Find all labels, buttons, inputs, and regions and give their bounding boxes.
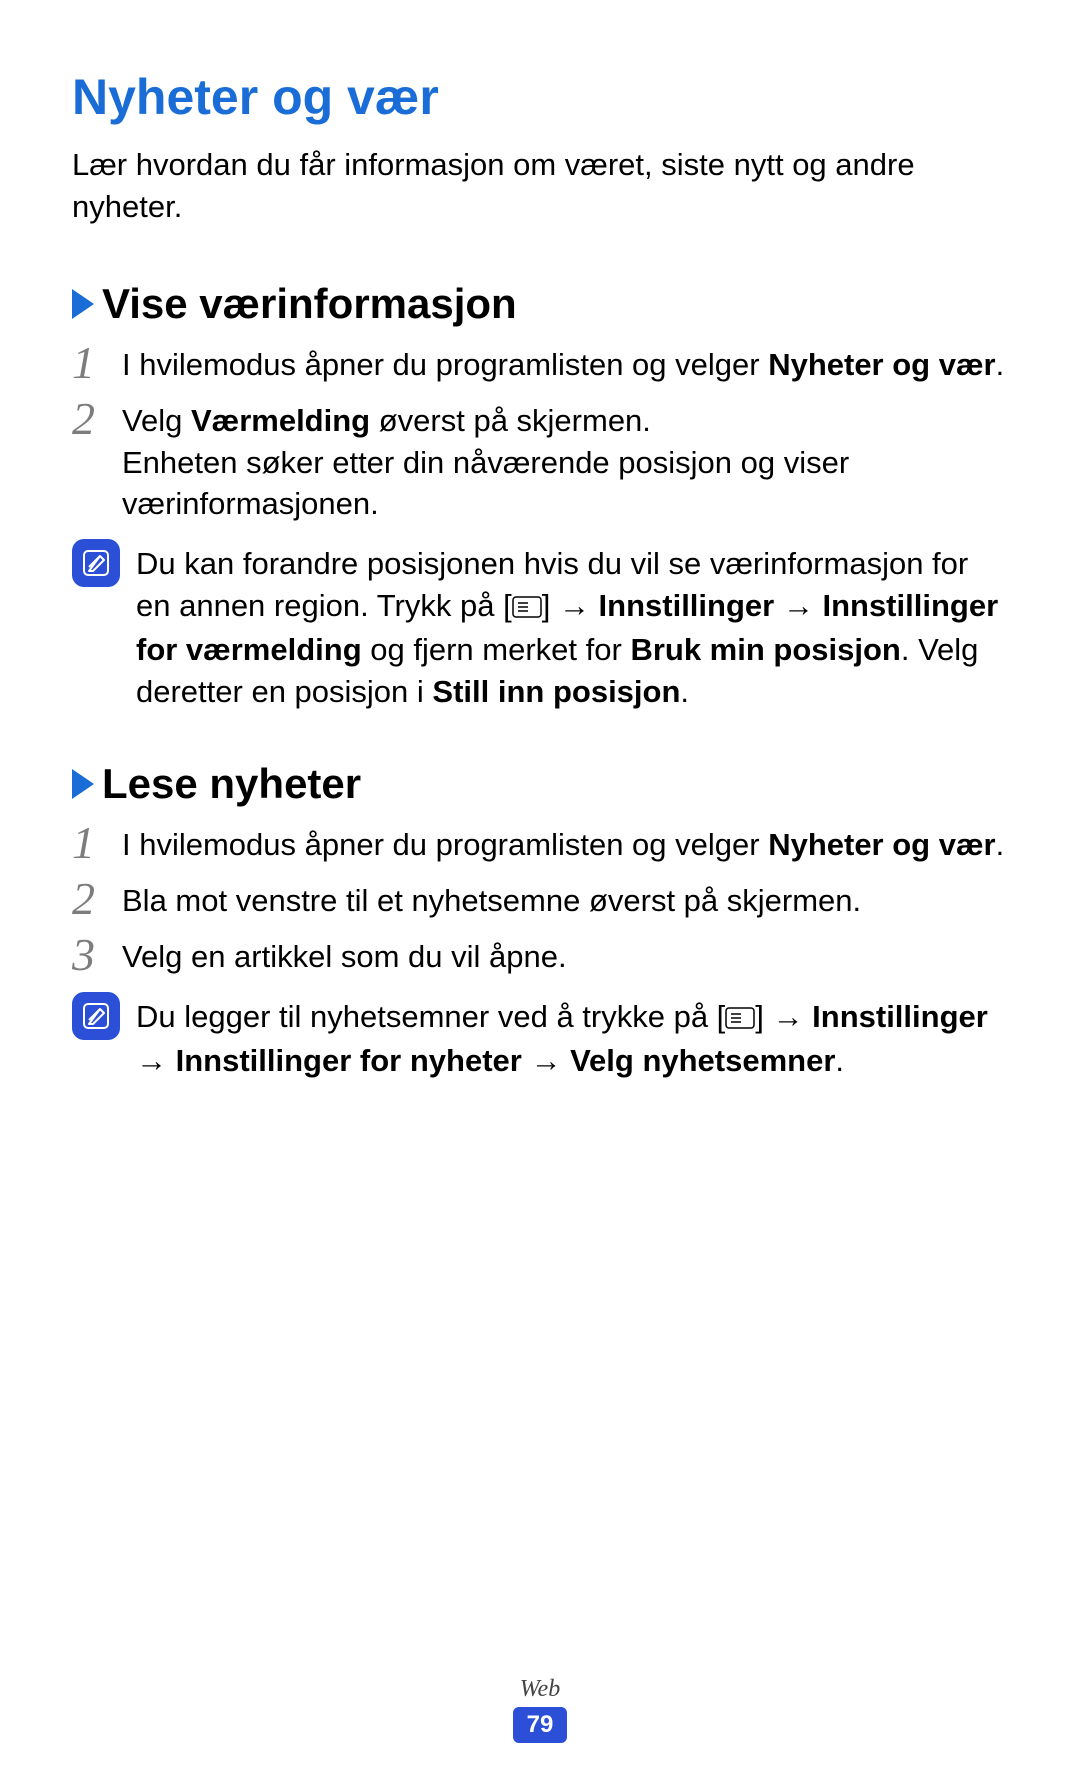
step-2: 2 Velg Værmelding øverst på skjermen. En… — [72, 394, 1008, 526]
step-text: Velg Værmelding øverst på skjermen. Enhe… — [122, 394, 1008, 526]
note-icon — [72, 992, 120, 1040]
step-number: 2 — [72, 394, 122, 442]
note-box: Du legger til nyhetsemner ved å trykke p… — [72, 992, 1008, 1082]
note-box: Du kan forandre posisjonen hvis du vil s… — [72, 539, 1008, 712]
step-text: I hvilemodus åpner du programlisten og v… — [122, 818, 1004, 866]
subheading-news: Lese nyheter — [72, 760, 1008, 808]
step-number: 1 — [72, 338, 122, 386]
step-2: 2 Bla mot venstre til et nyhetsemne øver… — [72, 874, 1008, 922]
step-number: 1 — [72, 818, 122, 866]
menu-key-icon — [512, 587, 542, 629]
note-icon — [72, 539, 120, 587]
subheading-weather: Vise værinformasjon — [72, 280, 1008, 328]
page-title: Nyheter og vær — [72, 68, 1008, 126]
step-text: Velg en artikkel som du vil åpne. — [122, 930, 567, 978]
footer-category: Web — [0, 1676, 1080, 1703]
chevron-icon — [72, 289, 94, 319]
subheading-text: Vise værinformasjon — [102, 280, 517, 328]
note-text: Du legger til nyhetsemner ved å trykke p… — [122, 992, 1008, 1082]
note-icon-wrapper — [72, 992, 122, 1040]
step-text: I hvilemodus åpner du programlisten og v… — [122, 338, 1004, 386]
step-number: 2 — [72, 874, 122, 922]
step-text: Bla mot venstre til et nyhetsemne øverst… — [122, 874, 861, 922]
page-number-badge: 79 — [513, 1707, 568, 1743]
step-number: 3 — [72, 930, 122, 978]
subheading-text: Lese nyheter — [102, 760, 361, 808]
chevron-icon — [72, 769, 94, 799]
note-text: Du kan forandre posisjonen hvis du vil s… — [122, 539, 1008, 712]
step-1: 1 I hvilemodus åpner du programlisten og… — [72, 338, 1008, 386]
menu-key-icon — [725, 998, 755, 1040]
note-icon-wrapper — [72, 539, 122, 587]
step-3: 3 Velg en artikkel som du vil åpne. — [72, 930, 1008, 978]
page-footer: Web 79 — [0, 1676, 1080, 1743]
step-1: 1 I hvilemodus åpner du programlisten og… — [72, 818, 1008, 866]
intro-text: Lær hvordan du får informasjon om været,… — [72, 144, 1008, 228]
